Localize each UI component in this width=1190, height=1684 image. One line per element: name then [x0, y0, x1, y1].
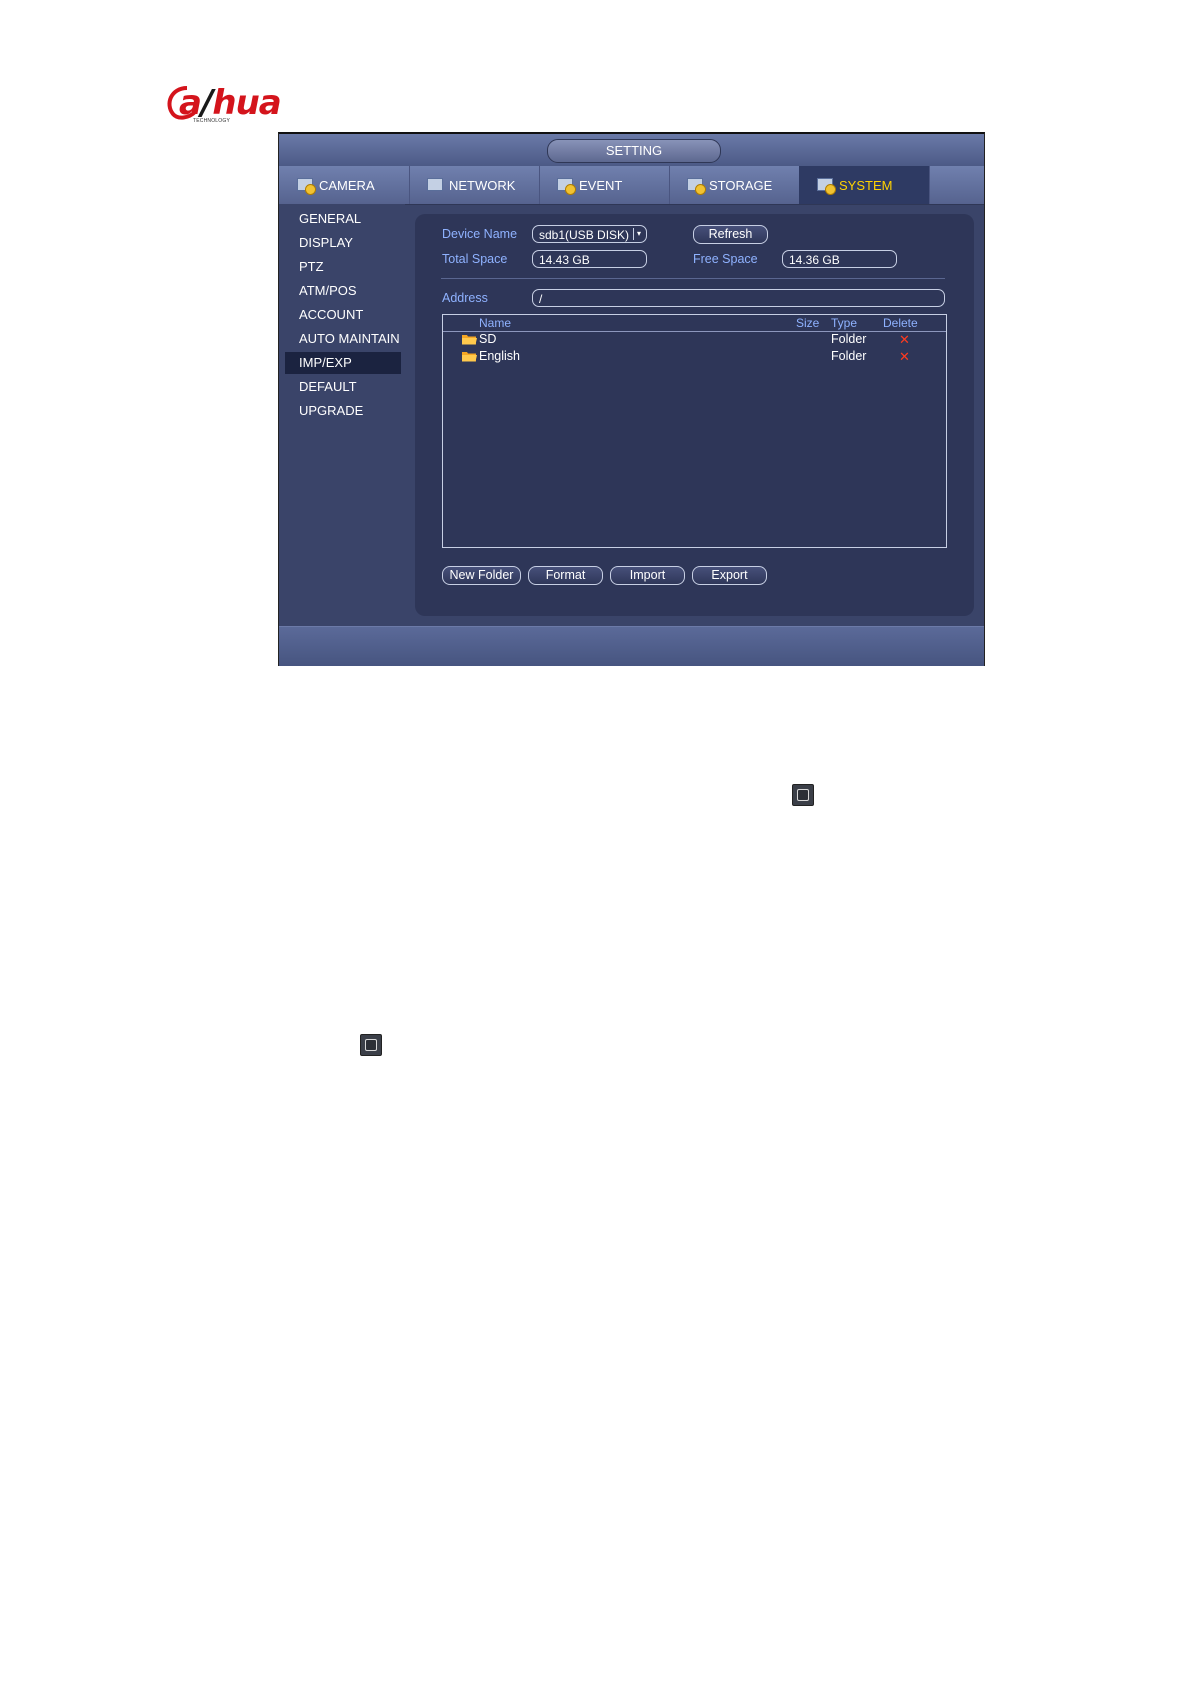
sidebar-item-auto-maintain[interactable]: AUTO MAINTAIN: [285, 328, 401, 350]
column-name[interactable]: Name: [479, 315, 511, 331]
tab-system[interactable]: SYSTEM: [799, 166, 930, 204]
column-type[interactable]: Type: [831, 315, 857, 331]
device-name-label: Device Name: [442, 227, 518, 241]
sidebar-item-display[interactable]: DISPLAY: [285, 232, 401, 254]
new-folder-button[interactable]: New Folder: [442, 566, 521, 585]
sidebar-item-default[interactable]: DEFAULT: [285, 376, 401, 398]
device-name-value: sdb1(USB DISK): [539, 228, 630, 242]
divider: [441, 278, 945, 279]
camera-icon: [295, 176, 316, 195]
total-space-label: Total Space: [442, 252, 508, 266]
logo-wordmark: a/hua: [179, 83, 282, 123]
stop-icon: [792, 784, 814, 806]
chevron-down-icon: ▾: [633, 228, 644, 240]
sidebar-item-imp-exp[interactable]: IMP/EXP: [285, 352, 401, 374]
total-space-field: 14.43 GB: [532, 250, 647, 268]
sidebar: GENERAL DISPLAY PTZ ATM/POS ACCOUNT AUTO…: [279, 204, 405, 634]
sidebar-item-ptz[interactable]: PTZ: [285, 256, 401, 278]
network-icon: [425, 176, 445, 194]
table-row[interactable]: SD Folder ✕: [443, 331, 946, 348]
storage-icon: [685, 176, 706, 195]
address-label: Address: [442, 291, 488, 305]
tab-label: EVENT: [579, 177, 623, 193]
file-list: Name Size Type Delete SD Folder ✕ Englis…: [442, 314, 947, 548]
tab-camera[interactable]: CAMERA: [279, 166, 410, 204]
folder-icon: [462, 335, 477, 345]
folder-icon: [462, 352, 477, 362]
delete-icon[interactable]: ✕: [899, 350, 910, 363]
table-row[interactable]: English Folder ✕: [443, 348, 946, 365]
address-input[interactable]: /: [532, 289, 945, 307]
file-list-header: Name Size Type Delete: [443, 315, 946, 332]
bottom-bar: [279, 626, 984, 666]
tab-label: SYSTEM: [839, 177, 893, 193]
tab-storage[interactable]: STORAGE: [669, 166, 800, 204]
free-space-label: Free Space: [693, 252, 758, 266]
imp-exp-panel: Device Name sdb1(USB DISK) ▾ Refresh Tot…: [415, 214, 974, 616]
tab-event[interactable]: EVENT: [539, 166, 670, 204]
delete-icon[interactable]: ✕: [899, 333, 910, 346]
device-name-dropdown[interactable]: sdb1(USB DISK) ▾: [532, 225, 647, 243]
tab-label: NETWORK: [449, 177, 516, 193]
event-icon: [555, 176, 576, 195]
column-size[interactable]: Size: [796, 315, 819, 331]
file-type: Folder: [831, 332, 867, 346]
file-name: SD: [479, 332, 497, 346]
sidebar-item-account[interactable]: ACCOUNT: [285, 304, 401, 326]
title-bar: SETTING: [279, 134, 984, 166]
tab-label: CAMERA: [319, 177, 375, 193]
export-button[interactable]: Export: [692, 566, 767, 585]
import-button[interactable]: Import: [610, 566, 685, 585]
system-icon: [815, 176, 836, 195]
logo-subtitle: TECHNOLOGY: [193, 118, 231, 124]
format-button[interactable]: Format: [528, 566, 603, 585]
file-name: English: [479, 349, 520, 363]
settings-window: SETTING CAMERA NETWORK EVENT STORAGE SYS…: [278, 132, 985, 666]
stop-icon: [360, 1034, 382, 1056]
tab-network[interactable]: NETWORK: [409, 166, 540, 204]
refresh-button[interactable]: Refresh: [693, 225, 768, 244]
tab-bar: CAMERA NETWORK EVENT STORAGE SYSTEM: [279, 166, 984, 205]
sidebar-item-upgrade[interactable]: UPGRADE: [285, 400, 401, 422]
sidebar-item-general[interactable]: GENERAL: [285, 208, 401, 230]
tab-label: STORAGE: [709, 177, 773, 193]
free-space-field: 14.36 GB: [782, 250, 897, 268]
column-delete[interactable]: Delete: [883, 315, 918, 331]
sidebar-item-atm-pos[interactable]: ATM/POS: [285, 280, 401, 302]
file-type: Folder: [831, 349, 867, 363]
dahua-logo: a/hua TECHNOLOGY: [165, 84, 295, 128]
window-title: SETTING: [547, 139, 721, 163]
